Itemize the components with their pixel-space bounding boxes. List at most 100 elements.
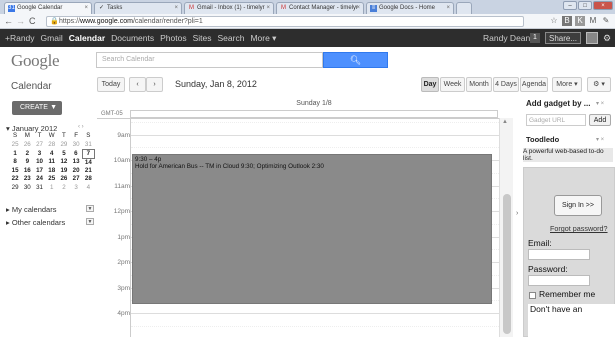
panel-controls-icon[interactable]: ▾ × <box>596 100 604 107</box>
mini-calendar-day[interactable]: 18 <box>46 167 58 176</box>
mini-calendar-day[interactable]: 4 <box>46 149 58 158</box>
mini-calendar-day[interactable]: 26 <box>21 141 33 150</box>
gbar-link-calendar[interactable]: Calendar <box>69 29 105 47</box>
mini-calendar-day[interactable]: 15 <box>9 167 21 176</box>
forward-arrow-icon[interactable]: → <box>16 16 25 27</box>
scroll-up-icon[interactable]: ▲ <box>502 119 508 125</box>
mini-calendar-day[interactable]: 23 <box>21 175 33 184</box>
gbar-link-search[interactable]: Search <box>218 29 245 47</box>
mini-calendar-day[interactable]: 10 <box>33 158 45 167</box>
mini-calendar-day[interactable]: 1 <box>46 184 58 193</box>
mini-calendar-day[interactable]: 8 <box>9 158 21 167</box>
mini-calendar-day[interactable]: 17 <box>33 167 45 176</box>
other-calendars-toggle[interactable]: ▸ Other calendars <box>6 218 65 227</box>
mini-calendar-day[interactable]: 9 <box>21 158 33 167</box>
settings-button[interactable]: ⚙ ▾ <box>587 77 611 92</box>
mini-calendar-day[interactable]: 19 <box>58 167 70 176</box>
browser-tab-google-calendar[interactable]: 31 Google Calendar × <box>4 2 92 14</box>
browser-tab-google-docs[interactable]: ≡ Google Docs - Home × <box>366 2 454 14</box>
next-button[interactable]: › <box>146 77 163 92</box>
google-logo[interactable]: Google <box>11 51 60 71</box>
mini-calendar-day[interactable]: 31 <box>82 141 94 150</box>
mini-calendar-nav[interactable]: ‹ › <box>78 124 84 130</box>
mini-calendar-day[interactable]: 12 <box>58 158 70 167</box>
new-tab-button[interactable] <box>456 2 472 14</box>
mini-calendar-day[interactable]: 20 <box>70 167 82 176</box>
wrench-icon[interactable]: ✎ <box>601 16 611 26</box>
mini-calendar-day[interactable]: 2 <box>21 149 33 158</box>
gear-icon[interactable]: ⚙ <box>603 29 611 47</box>
day-column-header[interactable]: Sunday 1/8 <box>130 100 498 107</box>
view-day-button[interactable]: Day <box>421 77 439 92</box>
mini-calendar-day[interactable]: 5 <box>58 149 70 158</box>
mini-calendar-day[interactable]: 27 <box>70 175 82 184</box>
grid-scrollbar[interactable]: ▲ <box>499 118 513 337</box>
create-button[interactable]: CREATE ▼ <box>12 101 62 115</box>
close-tab-icon[interactable]: × <box>446 3 450 14</box>
browser-tab-gmail-inbox[interactable]: M Gmail - Inbox (1) - timelyr × <box>184 2 274 14</box>
star-icon[interactable]: ☆ <box>549 16 559 26</box>
prev-button[interactable]: ‹ <box>129 77 146 92</box>
mini-calendar-day[interactable]: 6 <box>70 149 82 158</box>
mini-calendar-day[interactable]: 1 <box>9 149 21 158</box>
mini-calendar-day[interactable]: 22 <box>9 175 21 184</box>
back-arrow-icon[interactable]: ← <box>4 16 13 27</box>
browser-tab-tasks[interactable]: ✓ Tasks × <box>94 2 182 14</box>
add-gadget-button[interactable]: Add <box>589 114 611 126</box>
my-calendars-menu-icon[interactable]: ▼ <box>86 205 94 212</box>
mini-calendar-day[interactable]: 29 <box>9 184 21 193</box>
mini-calendar-day[interactable]: 21 <box>82 167 94 176</box>
notification-count[interactable]: 1 <box>530 33 540 43</box>
calendar-event[interactable]: 9:30 – 4p Hold for American Bus -- TM in… <box>132 154 492 304</box>
extension-icon[interactable]: K <box>575 16 585 26</box>
forgot-password-link[interactable]: Forgot password? <box>550 224 608 233</box>
mini-calendar-day[interactable]: 14 <box>82 158 94 167</box>
mini-calendar-day[interactable]: 31 <box>33 184 45 193</box>
search-button[interactable]: 🔍︎ <box>323 52 388 68</box>
other-calendars-menu-icon[interactable]: ▼ <box>86 218 94 225</box>
mini-calendar-day[interactable]: 11 <box>46 158 58 167</box>
search-input[interactable]: Search Calendar <box>96 52 323 68</box>
collapse-panel-icon[interactable]: › <box>516 210 518 217</box>
mini-calendar-day[interactable]: 25 <box>9 141 21 150</box>
maximize-icon[interactable]: □ <box>578 1 592 10</box>
gbar-link-documents[interactable]: Documents <box>111 29 154 47</box>
password-field[interactable] <box>528 275 590 286</box>
mini-calendar-day[interactable]: 30 <box>70 141 82 150</box>
toodledo-controls-icon[interactable]: ▾ × <box>596 136 604 143</box>
mini-calendar-day[interactable]: 4 <box>82 184 94 193</box>
view-more-button[interactable]: More ▾ <box>552 77 582 92</box>
scrollbar-thumb[interactable] <box>503 194 511 334</box>
mini-calendar-day[interactable]: 27 <box>33 141 45 150</box>
mini-calendar-day[interactable]: 2 <box>58 184 70 193</box>
mini-calendar-day[interactable]: 3 <box>70 184 82 193</box>
url-field[interactable]: 🔒 https://www.google.com/calendar/render… <box>46 16 524 27</box>
view-week-button[interactable]: Week <box>440 77 465 92</box>
gbar-link-sites[interactable]: Sites <box>193 29 212 47</box>
today-button[interactable]: Today <box>97 77 125 92</box>
mini-calendar-day[interactable]: 28 <box>46 141 58 150</box>
mini-calendar-day[interactable]: 25 <box>46 175 58 184</box>
gbar-link-photos[interactable]: Photos <box>160 29 186 47</box>
mini-calendar-day[interactable]: 3 <box>33 149 45 158</box>
share-button[interactable]: Share... <box>545 32 581 44</box>
sign-in-button[interactable]: Sign In >> <box>554 195 602 216</box>
mini-calendar-day[interactable]: 26 <box>58 175 70 184</box>
mini-calendar-day[interactable]: 30 <box>21 184 33 193</box>
gbar-link-gmail[interactable]: Gmail <box>41 29 63 47</box>
all-day-row[interactable] <box>130 110 498 118</box>
avatar[interactable] <box>586 32 598 44</box>
mini-calendar-day[interactable]: 7 <box>81 148 96 159</box>
mini-calendar-day[interactable]: 24 <box>33 175 45 184</box>
dropdown-arrow-icon[interactable]: ▼ <box>50 101 57 115</box>
gadget-url-input[interactable]: Gadget URL <box>526 114 586 126</box>
user-name[interactable]: Randy Dean <box>483 29 530 47</box>
my-calendars-toggle[interactable]: ▸ My calendars <box>6 205 56 214</box>
close-tab-icon[interactable]: × <box>174 3 178 14</box>
mini-calendar-day[interactable]: 28 <box>82 175 94 184</box>
minimize-icon[interactable]: – <box>563 1 577 10</box>
close-window-icon[interactable]: × <box>593 1 613 10</box>
close-tab-icon[interactable]: × <box>266 3 270 14</box>
browser-tab-contact-manager[interactable]: M Contact Manager - timelyr × <box>276 2 364 14</box>
day-grid[interactable]: 8am9am10am11am12pm1pm2pm3pm4pm 9:30 – 4p… <box>97 118 499 337</box>
